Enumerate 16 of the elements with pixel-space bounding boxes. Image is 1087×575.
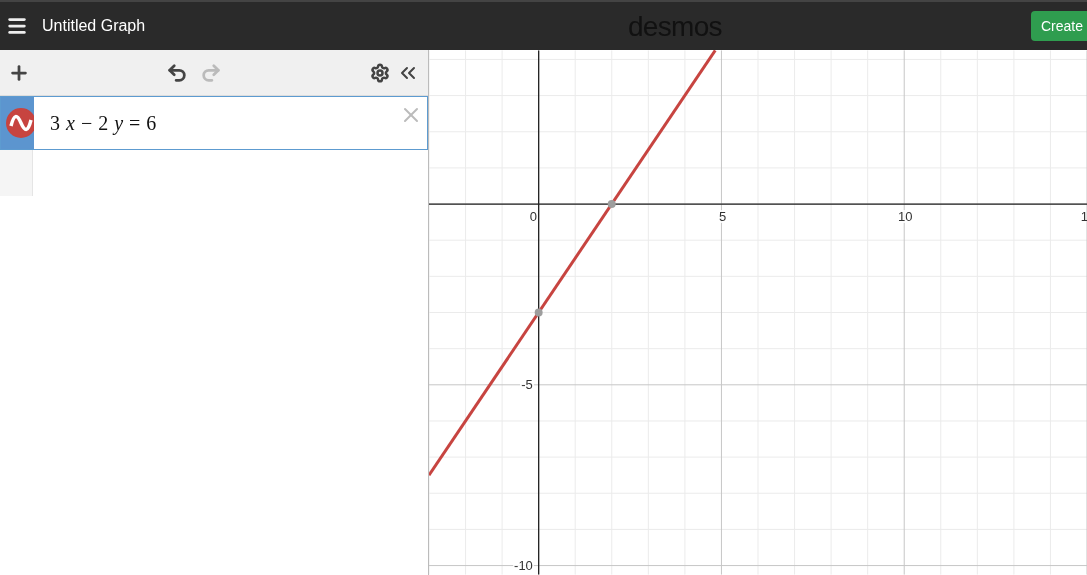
point-marker[interactable] — [534, 308, 543, 317]
expression-text[interactable]: 3 x − 2 y = 6 — [50, 108, 157, 138]
settings-icon[interactable] — [370, 62, 390, 83]
menu-icon[interactable] — [6, 15, 28, 37]
axis-label: 10 — [896, 209, 914, 223]
color-swatch[interactable] — [1, 97, 34, 149]
axis-label: -10 — [513, 558, 534, 572]
undo-icon[interactable] — [166, 61, 188, 84]
graph-title: Untitled Graph — [42, 16, 146, 36]
axis-label: 1 — [1080, 209, 1087, 223]
graph-line[interactable] — [429, 50, 717, 476]
axis-label: -5 — [520, 377, 534, 391]
axis-label: 0 — [528, 209, 539, 223]
expression-row[interactable]: 3 x − 2 y = 6 — [0, 96, 428, 150]
point-marker[interactable] — [607, 200, 616, 209]
axis-label: 5 — [717, 209, 728, 223]
